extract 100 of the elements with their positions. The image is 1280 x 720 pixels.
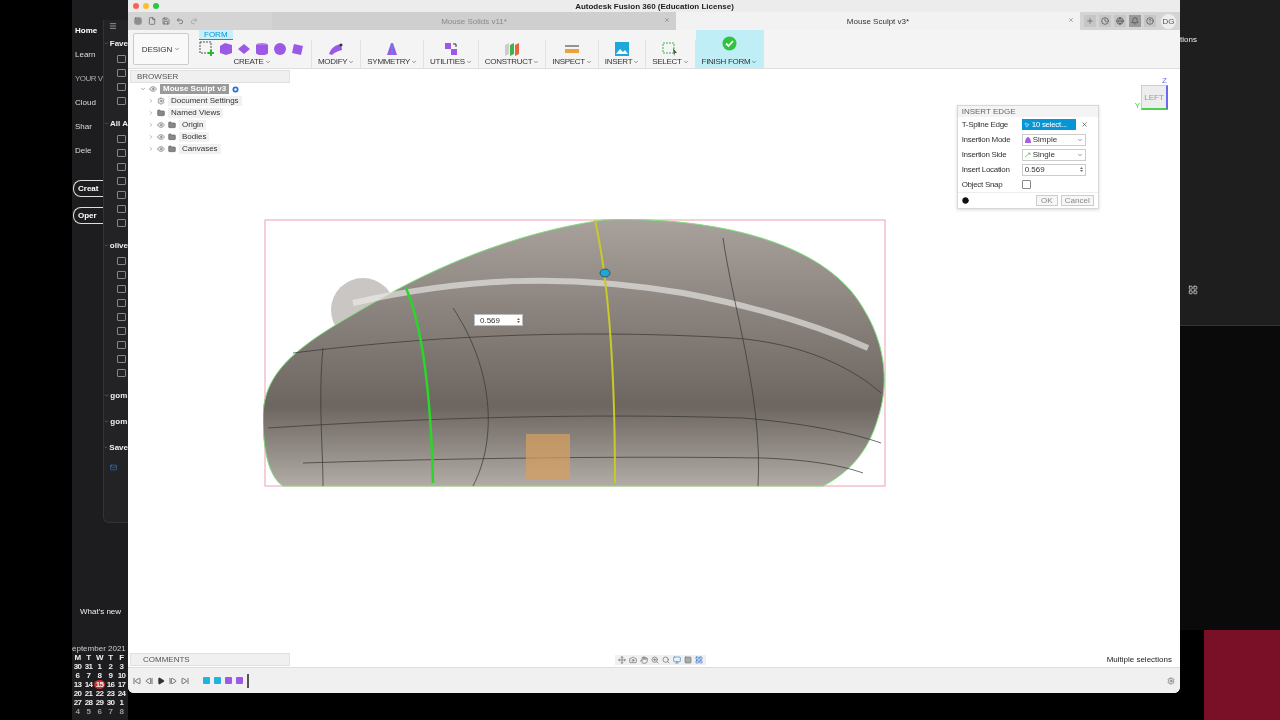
first-frame-icon[interactable] — [133, 676, 141, 685]
comments-bar[interactable]: COMMENTS — [130, 653, 290, 666]
calendar-day[interactable]: 6 — [72, 671, 83, 680]
nav-item[interactable]: Shar — [75, 116, 104, 138]
nav-item[interactable]: Learn — [75, 44, 104, 66]
next-icon[interactable] — [169, 676, 177, 685]
location-input[interactable]: 0.569 — [1021, 163, 1086, 176]
search-icon[interactable] — [662, 655, 670, 664]
nav-item[interactable]: Cloud — [75, 92, 104, 114]
info-icon[interactable] — [961, 197, 969, 204]
nav-item[interactable]: Home — [75, 20, 104, 42]
calendar-day[interactable]: 21 — [83, 689, 94, 698]
chevron-icon[interactable] — [104, 40, 109, 46]
plane-icon[interactable] — [237, 41, 251, 56]
browser-item[interactable]: Document Settings — [168, 96, 242, 106]
calendar-day[interactable]: 20 — [72, 689, 83, 698]
calendar-day[interactable]: 29 — [94, 698, 105, 707]
close-button[interactable] — [133, 3, 139, 9]
browser-item[interactable]: Bodies — [179, 132, 210, 142]
close-icon[interactable] — [1068, 17, 1074, 23]
document-tab[interactable]: Mouse Sculpt v3* — [676, 12, 1080, 30]
calendar-day[interactable]: 17 — [116, 680, 127, 689]
group-menu[interactable]: SYMMETRY — [367, 57, 418, 67]
selection-box-icon[interactable] — [662, 41, 679, 56]
browser-item[interactable]: Canvases — [179, 144, 221, 154]
calendar-day[interactable]: 3 — [116, 662, 127, 671]
calendar-day[interactable]: 28 — [83, 698, 94, 707]
calendar-day[interactable]: 2 — [105, 662, 116, 671]
mail-group[interactable]: olive — [109, 240, 128, 250]
mail-group[interactable]: gom — [110, 390, 128, 400]
display-icon[interactable] — [673, 655, 681, 664]
user-avatar[interactable]: DG — [1161, 13, 1176, 29]
mail-group[interactable]: All A — [110, 118, 128, 128]
clock-icon[interactable] — [1101, 17, 1109, 25]
image-icon[interactable] — [615, 41, 630, 56]
chevron-icon[interactable] — [104, 242, 109, 248]
eye-icon[interactable] — [157, 121, 165, 129]
workspace-button[interactable]: DESIGN — [133, 33, 189, 65]
chevron-icon[interactable] — [104, 418, 110, 424]
calendar-day[interactable]: 8 — [94, 671, 105, 680]
measure-icon[interactable] — [564, 43, 581, 54]
clear-selection-icon[interactable] — [1080, 121, 1088, 128]
play-icon[interactable] — [157, 676, 165, 685]
group-menu[interactable]: UTILITIES — [430, 57, 472, 67]
snap-checkbox[interactable] — [1021, 180, 1031, 189]
calendar-day[interactable]: 4 — [72, 707, 83, 716]
calendar-day[interactable]: 30 — [72, 662, 83, 671]
group-menu[interactable]: INSPECT — [552, 57, 592, 67]
calendar-day[interactable]: 7 — [105, 707, 116, 716]
box-icon[interactable] — [219, 41, 233, 56]
eye-icon[interactable] — [149, 85, 157, 93]
help-icon[interactable] — [1146, 17, 1154, 25]
calendar-day[interactable]: 5 — [83, 707, 94, 716]
calendar-day[interactable]: 22 — [94, 689, 105, 698]
group-menu[interactable]: CREATE — [233, 57, 271, 67]
calendar-day[interactable]: 15 — [94, 680, 105, 689]
calendar-day[interactable]: 27 — [72, 698, 83, 707]
browser-item[interactable]: Named Views — [168, 108, 224, 118]
close-icon[interactable] — [664, 17, 670, 23]
pan-icon[interactable] — [640, 655, 648, 664]
eye-icon[interactable] — [157, 145, 165, 153]
calendar-day[interactable]: 1 — [116, 698, 127, 707]
radio-icon[interactable] — [232, 85, 240, 93]
insertion-side-dropdown[interactable]: Single — [1021, 148, 1086, 161]
calendar-day[interactable]: 31 — [83, 662, 94, 671]
dialog-button[interactable]: Cancel — [1060, 195, 1094, 206]
chevron-icon[interactable] — [104, 392, 110, 398]
grid-icon[interactable] — [1188, 285, 1198, 295]
group-menu[interactable]: SELECT — [652, 57, 689, 67]
globe-icon[interactable] — [1116, 17, 1124, 25]
calendar-day[interactable]: 7 — [83, 671, 94, 680]
symmetry-icon[interactable] — [385, 41, 400, 56]
chevron-icon[interactable] — [104, 120, 110, 126]
whats-new-link[interactable]: What's new — [72, 607, 128, 616]
location-value-input[interactable]: 0.569 — [474, 314, 523, 326]
insertion-mode-dropdown[interactable]: Simple — [1021, 133, 1086, 146]
redo-icon[interactable] — [190, 17, 198, 25]
calendar-day[interactable]: 30 — [105, 698, 116, 707]
undo-icon[interactable] — [176, 17, 184, 25]
calendar-day[interactable]: 14 — [83, 680, 94, 689]
nav-item[interactable]: Dele — [75, 140, 104, 162]
group-menu[interactable]: INSERT — [604, 57, 640, 67]
last-frame-icon[interactable] — [181, 676, 189, 685]
orbit-icon[interactable] — [618, 655, 626, 664]
sketch-plus-icon[interactable] — [199, 40, 215, 57]
mail-icon[interactable] — [110, 464, 118, 471]
mail-group[interactable]: Fave — [109, 38, 128, 48]
utilities-icon[interactable] — [443, 41, 458, 56]
zoom-icon[interactable] — [651, 655, 659, 664]
menu-icon[interactable] — [109, 22, 118, 30]
browser-header[interactable]: BROWSER — [130, 70, 290, 83]
checkmark-icon[interactable] — [721, 36, 737, 51]
calendar-day[interactable]: 9 — [105, 671, 116, 680]
group-menu[interactable]: MODIFY — [318, 57, 355, 67]
viewports-icon[interactable] — [695, 655, 703, 664]
browser-item[interactable]: Origin — [179, 120, 207, 130]
bell-icon[interactable] — [1131, 17, 1139, 25]
eye-icon[interactable] — [157, 133, 165, 141]
face-icon[interactable] — [291, 41, 305, 56]
camera-icon[interactable] — [629, 655, 637, 664]
